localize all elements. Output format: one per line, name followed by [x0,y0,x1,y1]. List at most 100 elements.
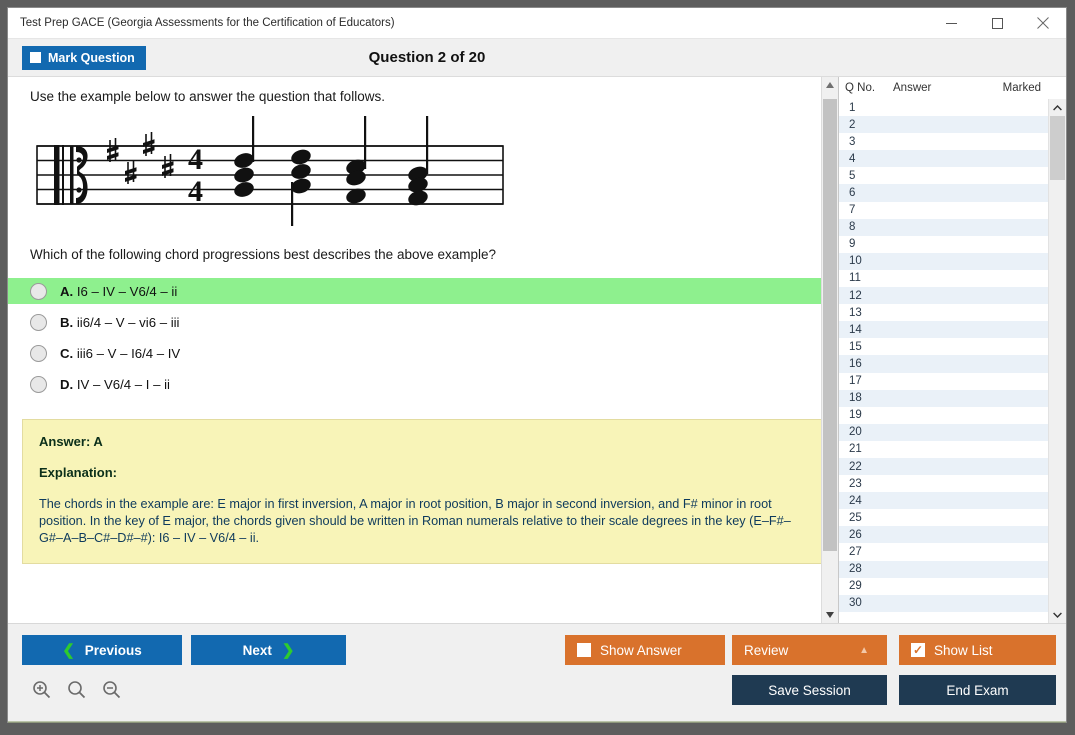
cell-question-number: 8 [849,221,856,234]
table-row[interactable]: 18 [839,389,1048,407]
table-row[interactable]: 10 [839,252,1048,270]
previous-button-label: Previous [84,642,142,658]
table-row[interactable]: 30 [839,594,1048,612]
radio-button-icon[interactable] [30,375,47,393]
question-intro-text: Use the example below to answer the ques… [30,89,385,104]
table-row[interactable]: 1 [839,99,1048,116]
zoom-out-icon[interactable] [102,680,121,699]
table-row[interactable]: 3 [839,133,1048,150]
end-exam-button[interactable]: End Exam [899,675,1056,705]
cell-question-number: 17 [849,375,862,388]
cell-question-number: 13 [849,306,862,319]
scroll-down-arrow-icon[interactable] [822,607,838,623]
scrollbar-track[interactable] [822,93,838,607]
option-a[interactable]: A. I6 – IV – V6/4 – ii [8,278,821,304]
table-row[interactable]: 19 [839,407,1048,424]
screenshot-root: Test Prep GACE (Georgia Assessments for … [0,0,1075,735]
table-row[interactable]: 28 [839,560,1048,578]
table-row[interactable]: 22 [839,457,1048,476]
column-header-answer: Answer [893,82,932,94]
option-b[interactable]: B. ii6/4 – V – vi6 – iii [8,309,821,335]
list-scroll-down-arrow-icon[interactable] [1049,606,1066,623]
zoom-in-icon[interactable] [32,680,51,699]
cell-question-number: 1 [849,101,856,114]
option-d[interactable]: D. IV – V6/4 – I – ii [8,371,821,397]
answer-line: Answer: A [39,434,103,449]
save-session-label: Save Session [768,682,851,698]
option-c[interactable]: C. iii6 – V – I6/4 – IV [8,340,821,366]
list-scrollbar-track[interactable] [1049,116,1066,606]
table-row[interactable]: 20 [839,423,1048,441]
table-row[interactable]: 8 [839,218,1048,236]
previous-button[interactable]: ❮ Previous [22,635,182,665]
radio-button-icon[interactable] [30,282,47,300]
window-title: Test Prep GACE (Georgia Assessments for … [20,17,395,29]
scroll-up-arrow-icon[interactable] [822,77,838,93]
table-row[interactable]: 21 [839,441,1048,458]
radio-button-icon[interactable] [30,313,47,331]
cell-question-number: 14 [849,323,862,336]
cell-question-number: 12 [849,289,862,302]
radio-button-icon[interactable] [30,344,47,362]
main-body: Use the example below to answer the ques… [8,77,1066,623]
list-scroll-up-arrow-icon[interactable] [1049,99,1066,116]
chevron-right-icon: ❯ [281,641,295,659]
mark-question-button[interactable]: Mark Question [22,45,146,70]
minimize-button[interactable] [928,8,974,38]
next-button[interactable]: Next ❯ [191,635,346,665]
zoom-reset-icon[interactable] [67,680,86,699]
cell-question-number: 19 [849,409,862,422]
table-row[interactable]: 5 [839,167,1048,184]
option-b-text: B. ii6/4 – V – vi6 – iii [60,314,180,330]
cell-question-number: 3 [849,135,856,148]
show-answer-button[interactable]: Show Answer [565,635,725,665]
cell-question-number: 28 [849,563,862,576]
table-row[interactable]: 12 [839,287,1048,305]
table-row[interactable]: 25 [839,509,1048,526]
cell-question-number: 27 [849,545,862,558]
review-dropdown-button[interactable]: Review ▲ [732,635,887,665]
option-a-text: A. I6 – IV – V6/4 – ii [60,283,178,299]
application-window: Test Prep GACE (Georgia Assessments for … [7,7,1067,723]
question-pane-scrollbar[interactable] [821,77,838,623]
maximize-button[interactable] [974,8,1020,38]
cell-question-number: 22 [849,460,862,473]
table-row[interactable]: 16 [839,355,1048,373]
show-list-checkbox-icon: ✓ [911,643,925,657]
question-list-rows[interactable]: 1 2 3 4 5 6 7 8 9 10 11 12 13 14 15 16 17 18 19 20 21 22 23 24 2… [839,99,1048,623]
table-row[interactable]: 15 [839,338,1048,355]
question-list-header: Q No. Answer Marked [839,77,1066,99]
table-row[interactable]: 6 [839,184,1048,202]
cell-question-number: 20 [849,426,862,439]
cell-question-number: 15 [849,340,862,353]
cell-question-number: 9 [849,238,856,251]
cell-question-number: 16 [849,357,862,370]
scrollbar-thumb[interactable] [823,99,837,551]
list-scrollbar-thumb[interactable] [1050,116,1065,180]
table-row[interactable]: 14 [839,321,1048,339]
page-title: Question 2 of 20 [368,49,486,66]
table-row[interactable]: 23 [839,475,1048,492]
table-row[interactable]: 11 [839,270,1048,287]
table-row[interactable]: 9 [839,236,1048,253]
table-row[interactable]: 26 [839,526,1048,544]
save-session-button[interactable]: Save Session [732,675,887,705]
table-row[interactable]: 7 [839,202,1048,219]
cell-question-number: 7 [849,204,856,217]
question-list-scrollbar[interactable] [1048,99,1066,623]
question-pane-wrapper: Use the example below to answer the ques… [8,77,839,623]
music-notation-figure: 4 4 [8,104,821,240]
table-row[interactable]: 13 [839,304,1048,321]
table-row[interactable]: 29 [839,578,1048,595]
column-header-q-no: Q No. [845,82,876,94]
close-button[interactable] [1020,8,1066,38]
table-row[interactable]: 2 [839,116,1048,134]
column-header-marked: Marked [1002,82,1041,94]
show-list-button[interactable]: ✓ Show List [899,635,1056,665]
cell-question-number: 23 [849,477,862,490]
table-row[interactable]: 17 [839,373,1048,390]
table-row[interactable]: 24 [839,492,1048,510]
question-header-bar: Mark Question Question 2 of 20 [8,39,1066,77]
table-row[interactable]: 4 [839,150,1048,168]
table-row[interactable]: 27 [839,543,1048,560]
